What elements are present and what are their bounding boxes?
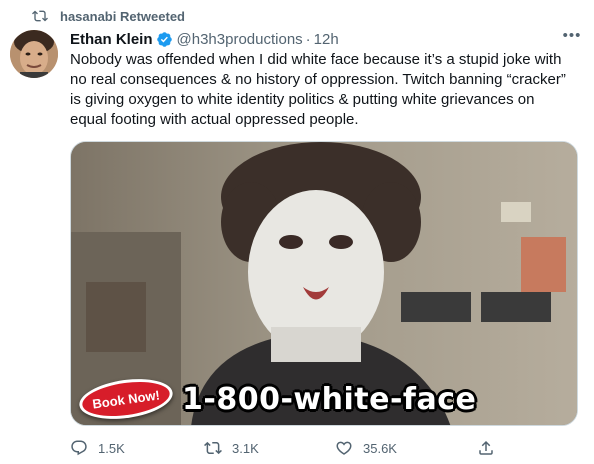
retweeted-by-bar[interactable]: hasanabi Retweeted	[32, 6, 185, 26]
retweet-icon	[204, 441, 222, 455]
share-button[interactable]	[477, 439, 505, 457]
like-button[interactable]: 35.6K	[335, 439, 397, 457]
tweet-header: Ethan Klein @h3h3productions · 12h •••	[70, 28, 582, 49]
tweet-timestamp[interactable]: 12h	[314, 31, 339, 48]
retweeted-by-label: hasanabi Retweeted	[60, 8, 185, 24]
reply-icon	[71, 440, 87, 456]
retweet-count: 3.1K	[232, 440, 259, 456]
author-handle[interactable]: @h3h3productions	[177, 31, 303, 48]
reply-count: 1.5K	[98, 440, 125, 456]
retweet-icon	[32, 10, 48, 22]
more-options-icon[interactable]: •••	[562, 28, 582, 49]
tweet-media-image[interactable]: Book Now! 1-800-white-face	[70, 141, 578, 426]
reply-button[interactable]: 1.5K	[70, 439, 125, 457]
separator-dot: ·	[305, 30, 311, 48]
share-icon	[479, 440, 493, 455]
author-name[interactable]: Ethan Klein	[70, 31, 153, 48]
heart-icon	[336, 441, 352, 455]
avatar[interactable]	[10, 30, 58, 78]
tweet-text: Nobody was offended when I did white fac…	[70, 51, 566, 128]
media-overlay-caption: 1-800-white-face	[182, 382, 477, 417]
tweet-actions: 1.5K 3.1K 35.6K	[70, 437, 500, 459]
verified-badge-icon	[156, 31, 172, 47]
like-count: 35.6K	[363, 440, 397, 456]
retweet-button[interactable]: 3.1K	[204, 439, 259, 457]
